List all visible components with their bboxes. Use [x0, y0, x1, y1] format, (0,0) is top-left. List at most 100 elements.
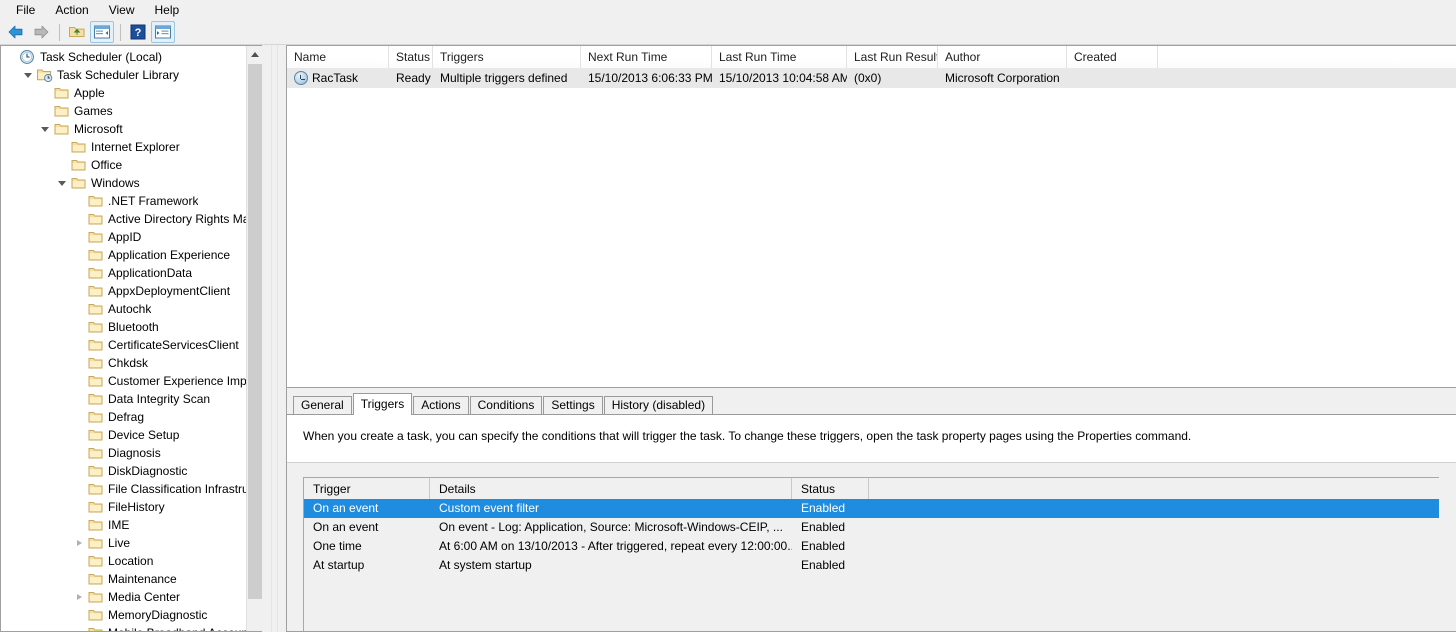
toolbar-separator [59, 23, 60, 41]
tree-item-task-scheduler-library[interactable]: Task Scheduler Library [1, 66, 257, 84]
trigger-row[interactable]: One time At 6:00 AM on 13/10/2013 - After… [304, 537, 1439, 556]
folder-icon [87, 355, 104, 371]
back-button[interactable] [4, 21, 28, 43]
toolbar: ? [0, 20, 1456, 45]
task-column-header-triggers[interactable]: Triggers [433, 46, 581, 68]
task-column-header-status[interactable]: Status [389, 46, 433, 68]
tree-item-chkdsk[interactable]: Chkdsk [1, 354, 257, 372]
up-one-level-button[interactable] [65, 21, 89, 43]
folder-icon [70, 139, 87, 155]
forward-button[interactable] [29, 21, 53, 43]
tree-item-defrag[interactable]: Defrag [1, 408, 257, 426]
tree-item-application-experience[interactable]: Application Experience [1, 246, 257, 264]
tree-item-ime[interactable]: IME [1, 516, 257, 534]
scroll-up-button[interactable] [247, 46, 262, 63]
twisty-placeholder [73, 336, 87, 354]
tree-item-games[interactable]: Games [1, 102, 257, 120]
scrollbar-thumb[interactable] [248, 64, 262, 599]
twisty-placeholder [73, 318, 87, 336]
triggers-description: When you create a task, you can specify … [303, 429, 1192, 443]
tree-item-net-framework[interactable]: .NET Framework [1, 192, 257, 210]
task-column-header-author[interactable]: Author [938, 46, 1067, 68]
tree-item-applicationdata[interactable]: ApplicationData [1, 264, 257, 282]
task-column-header-last-run-result[interactable]: Last Run Result [847, 46, 938, 68]
tree-item-appid[interactable]: AppID [1, 228, 257, 246]
folder-icon [53, 121, 70, 137]
tab-settings[interactable]: Settings [543, 396, 603, 414]
tab-general[interactable]: General [293, 396, 352, 414]
task-column-header-last-run-time[interactable]: Last Run Time [712, 46, 847, 68]
tree-item-mobile-broadband-accounts[interactable]: Mobile Broadband Accounts [1, 624, 257, 631]
tree-item-file-classification-infrastructure[interactable]: File Classification Infrastructure [1, 480, 257, 498]
task-column-header-filler [1158, 46, 1456, 68]
tree-item-device-setup[interactable]: Device Setup [1, 426, 257, 444]
trigger-column-header-filler [869, 478, 1439, 499]
tree-item-diskdiagnostic[interactable]: DiskDiagnostic [1, 462, 257, 480]
tab-actions[interactable]: Actions [413, 396, 469, 414]
tree-item-label: Active Directory Rights Manage [108, 212, 257, 226]
task-column-header-created[interactable]: Created [1067, 46, 1158, 68]
trigger-row[interactable]: At startup At system startup Enabled [304, 556, 1439, 575]
menu-item-help[interactable]: Help [145, 1, 190, 20]
triggers-grid-header: Trigger Details Status [304, 478, 1439, 499]
trigger-column-header-trigger[interactable]: Trigger [304, 478, 430, 499]
tree-item-task-scheduler-local[interactable]: Task Scheduler (Local) [1, 48, 257, 66]
folder-icon [87, 391, 104, 407]
toolbar-separator [120, 23, 121, 41]
tree-item-internet-explorer[interactable]: Internet Explorer [1, 138, 257, 156]
tree-item-location[interactable]: Location [1, 552, 257, 570]
chevron-down-icon[interactable] [39, 120, 53, 138]
trigger-column-header-details[interactable]: Details [430, 478, 792, 499]
table-row[interactable]: RacTask Ready Multiple triggers defined 15/… [287, 68, 1456, 88]
tree-item-autochk[interactable]: Autochk [1, 300, 257, 318]
tree-item-filehistory[interactable]: FileHistory [1, 498, 257, 516]
tab-triggers[interactable]: Triggers [352, 393, 413, 415]
trigger-cell-details: Custom event filter [439, 501, 540, 515]
task-list-view: Name Status Triggers Next Run Time Last Run … [287, 46, 1456, 388]
menu-item-view[interactable]: View [99, 1, 145, 20]
tree-item-label: MemoryDiagnostic [108, 608, 208, 622]
tree-item-customer-experience-improver[interactable]: Customer Experience Improver [1, 372, 257, 390]
pane-splitter[interactable] [262, 45, 286, 632]
twisty-placeholder [73, 462, 87, 480]
tree-item-office[interactable]: Office [1, 156, 257, 174]
tree-item-data-integrity-scan[interactable]: Data Integrity Scan [1, 390, 257, 408]
trigger-cell-filler [869, 537, 1439, 556]
trigger-row[interactable]: On an event Custom event filter Enabled [304, 499, 1439, 518]
tree-item-certificateservicesclient[interactable]: CertificateServicesClient [1, 336, 257, 354]
help-button[interactable]: ? [126, 21, 150, 43]
folder-icon [87, 625, 104, 631]
task-list-body: RacTask Ready Multiple triggers defined 15/… [287, 68, 1456, 88]
tree-item-microsoft[interactable]: Microsoft [1, 120, 257, 138]
menu-item-file[interactable]: File [6, 1, 45, 20]
chevron-right-icon[interactable] [73, 588, 87, 606]
tree-item-live[interactable]: Live [1, 534, 257, 552]
menu-item-action[interactable]: Action [45, 1, 98, 20]
task-column-header-name[interactable]: Name [287, 46, 389, 68]
tree-vertical-scrollbar[interactable] [246, 46, 262, 631]
tree-item-apple[interactable]: Apple [1, 84, 257, 102]
tree-item-windows[interactable]: Windows [1, 174, 257, 192]
tree-item-appxdeploymentclient[interactable]: AppxDeploymentClient [1, 282, 257, 300]
chevron-down-icon[interactable] [22, 66, 36, 84]
show-hide-action-pane-button[interactable] [151, 21, 175, 43]
task-cell-name: RacTask [287, 68, 389, 88]
tree-item-active-directory-rights-manage[interactable]: Active Directory Rights Manage [1, 210, 257, 228]
task-column-header-next-run-time[interactable]: Next Run Time [581, 46, 712, 68]
tree-item-bluetooth[interactable]: Bluetooth [1, 318, 257, 336]
triggers-grid: Trigger Details Status On an event Custom e… [303, 477, 1439, 631]
trigger-row[interactable]: On an event On event - Log: Application, … [304, 518, 1439, 537]
chevron-down-icon[interactable] [56, 174, 70, 192]
tree-item-media-center[interactable]: Media Center [1, 588, 257, 606]
tab-history-disabled[interactable]: History (disabled) [603, 396, 714, 414]
tree-item-label: Apple [74, 86, 105, 100]
show-hide-console-tree-button[interactable] [90, 21, 114, 43]
tree-item-maintenance[interactable]: Maintenance [1, 570, 257, 588]
folder-icon [87, 373, 104, 389]
tree-item-diagnosis[interactable]: Diagnosis [1, 444, 257, 462]
trigger-column-header-status[interactable]: Status [792, 478, 869, 499]
tab-conditions[interactable]: Conditions [469, 396, 543, 414]
console-tree[interactable]: Task Scheduler (Local) Task Scheduler Lib… [1, 46, 257, 631]
chevron-right-icon[interactable] [73, 534, 87, 552]
tree-item-memorydiagnostic[interactable]: MemoryDiagnostic [1, 606, 257, 624]
